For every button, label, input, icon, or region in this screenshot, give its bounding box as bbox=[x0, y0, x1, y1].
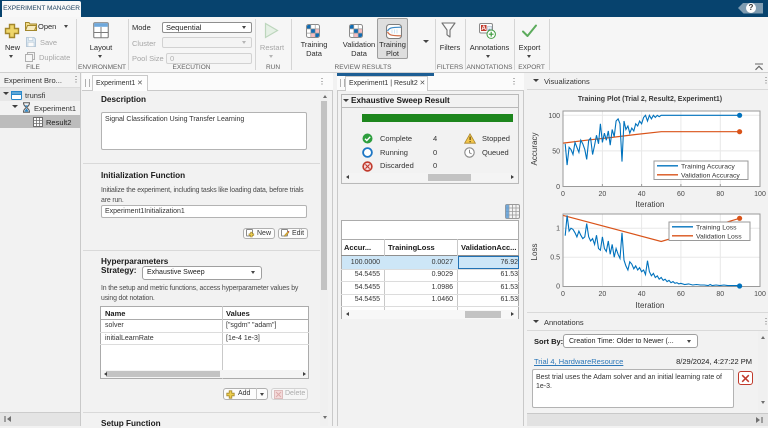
svg-text:40: 40 bbox=[638, 191, 646, 198]
svg-text:Validation Loss: Validation Loss bbox=[696, 233, 742, 240]
svg-text:0: 0 bbox=[561, 291, 565, 298]
svg-text:Iteration: Iteration bbox=[636, 200, 665, 209]
svg-text:100: 100 bbox=[754, 291, 766, 298]
svg-text:0: 0 bbox=[561, 191, 565, 198]
svg-text:20: 20 bbox=[599, 191, 607, 198]
svg-text:Loss: Loss bbox=[530, 244, 539, 261]
svg-text:Accuracy: Accuracy bbox=[530, 133, 539, 166]
svg-text:Training Accuracy: Training Accuracy bbox=[681, 163, 735, 170]
svg-text:0: 0 bbox=[556, 184, 560, 191]
svg-text:Validation Accuracy: Validation Accuracy bbox=[681, 172, 740, 179]
svg-text:80: 80 bbox=[716, 191, 724, 198]
svg-text:Training Loss: Training Loss bbox=[696, 224, 737, 231]
svg-text:Iteration: Iteration bbox=[636, 301, 665, 310]
svg-text:1: 1 bbox=[556, 226, 560, 233]
svg-text:60: 60 bbox=[677, 291, 685, 298]
svg-text:20: 20 bbox=[599, 291, 607, 298]
svg-text:A: A bbox=[481, 25, 486, 32]
svg-text:0: 0 bbox=[556, 284, 560, 291]
svg-text:60: 60 bbox=[677, 191, 685, 198]
svg-text:Training Plot (Trial 2, Result: Training Plot (Trial 2, Result2, Experim… bbox=[578, 96, 722, 103]
svg-text:100: 100 bbox=[548, 113, 560, 120]
svg-text:100: 100 bbox=[754, 191, 766, 198]
svg-text:50: 50 bbox=[552, 149, 560, 156]
svg-text:40: 40 bbox=[638, 291, 646, 298]
svg-text:0.5: 0.5 bbox=[550, 255, 560, 262]
svg-text:80: 80 bbox=[716, 291, 724, 298]
